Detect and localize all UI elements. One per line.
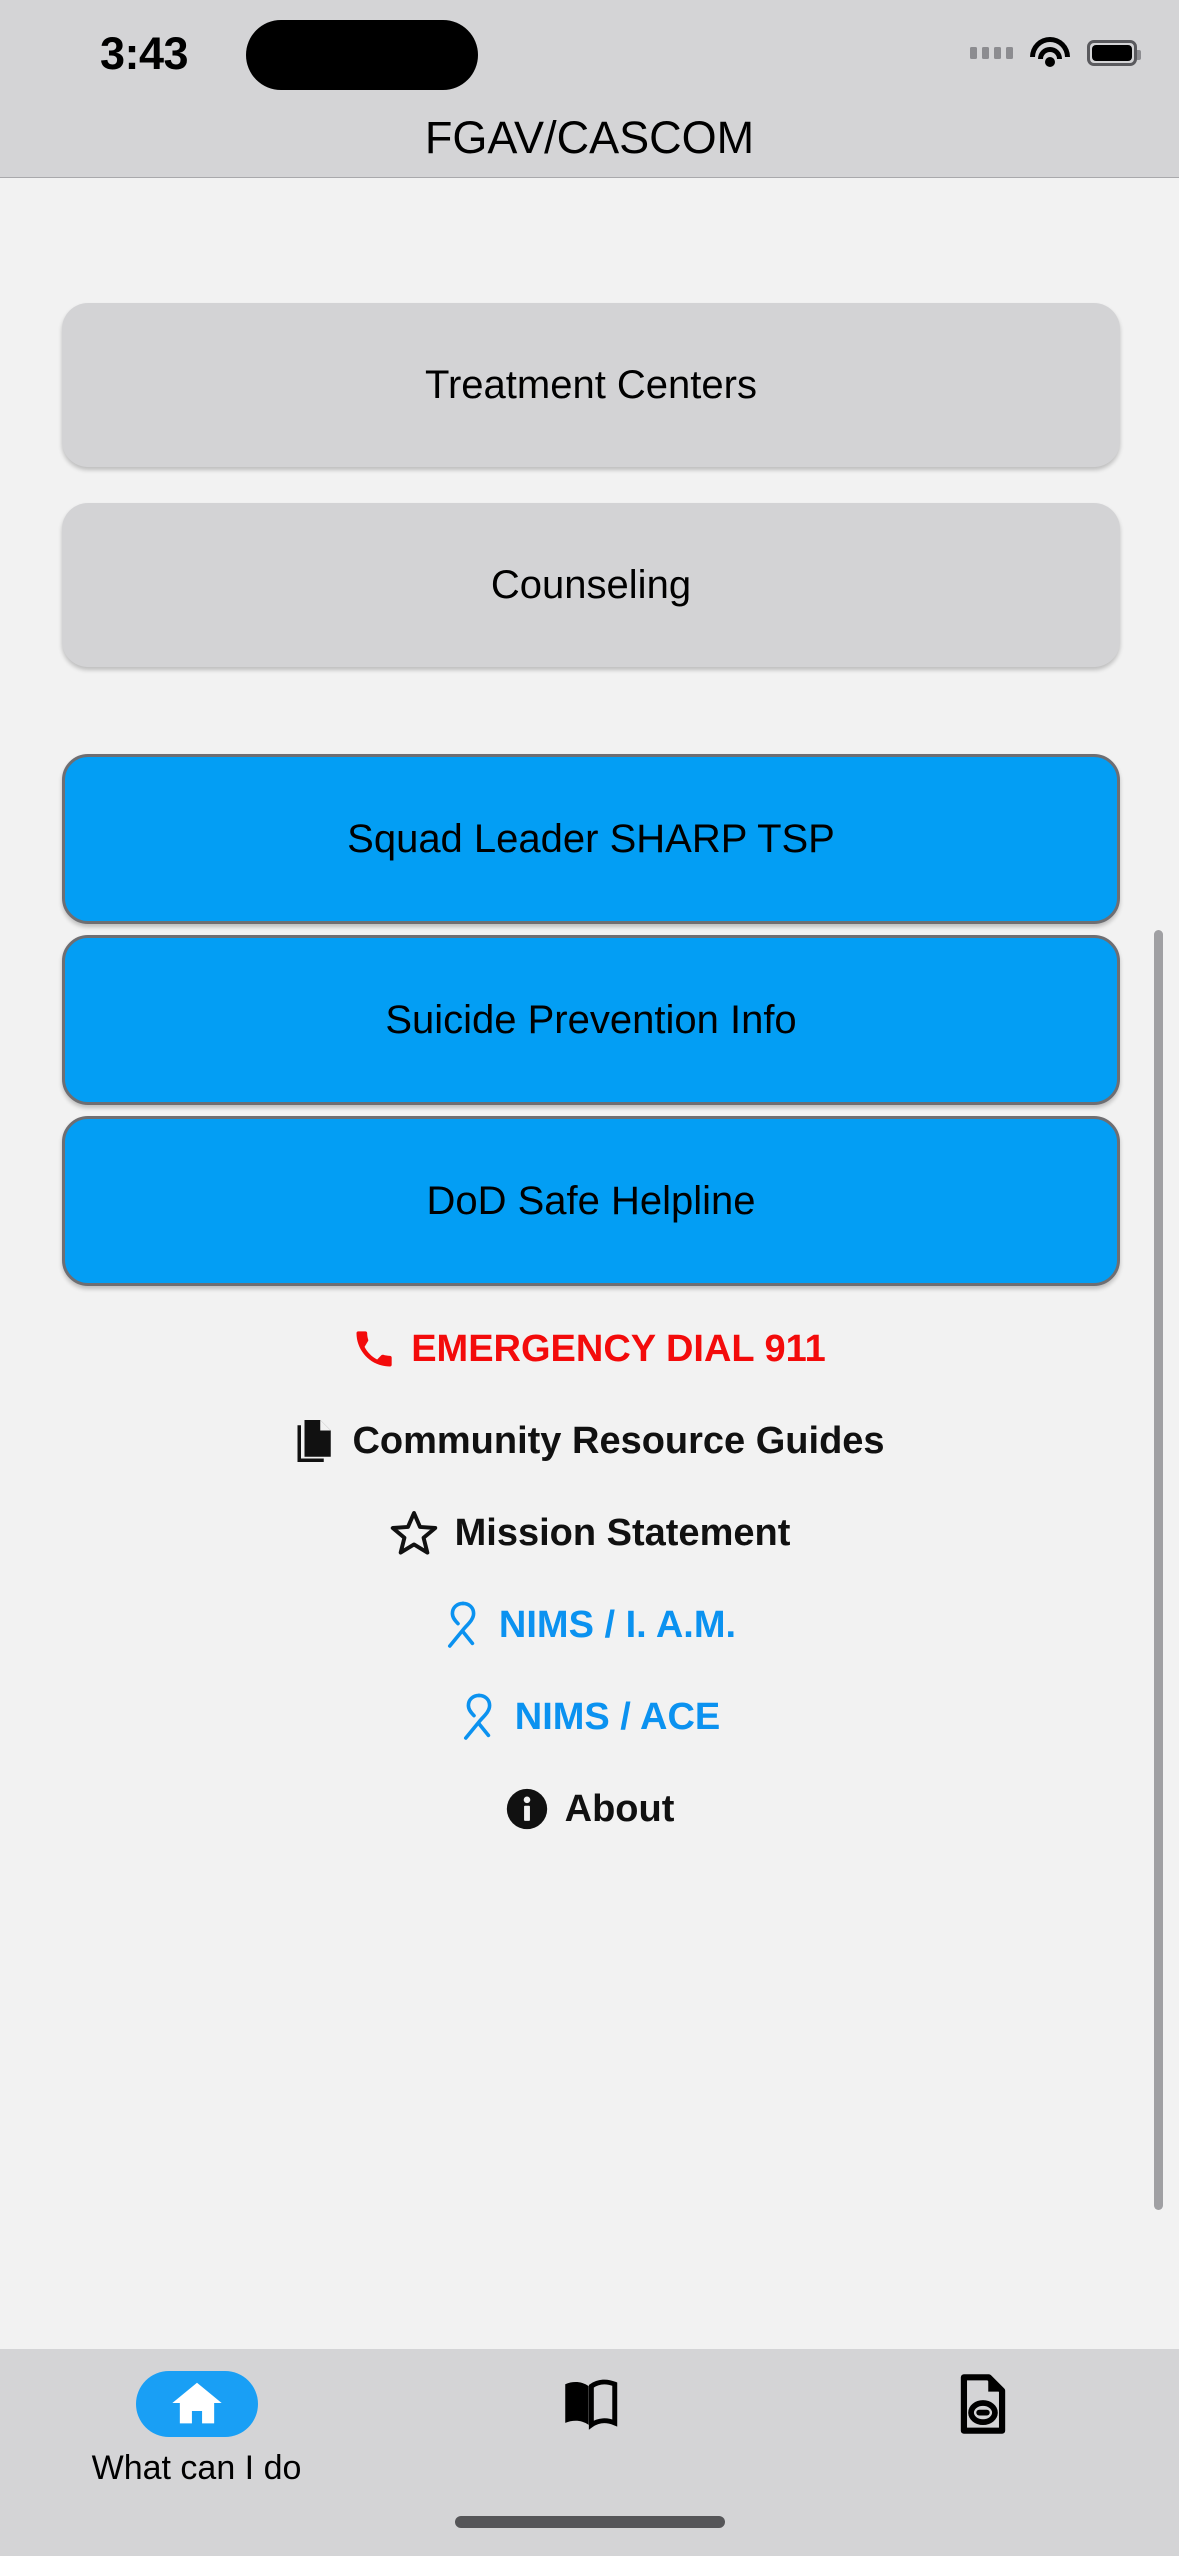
open-book-icon — [564, 2379, 617, 2430]
status-bar-indicators — [970, 30, 1141, 76]
wifi-icon — [1029, 37, 1071, 69]
button-label: Counseling — [490, 562, 692, 607]
button-label: Squad Leader SHARP TSP — [347, 816, 835, 861]
tab-what-can-i-do[interactable]: What can I do — [0, 2349, 393, 2549]
home-icon — [171, 2382, 222, 2424]
main-content: Treatment Centers Counseling Squad Leade… — [0, 179, 1179, 1349]
info-icon — [505, 1787, 549, 1831]
link-label: Community Resource Guides — [352, 1419, 885, 1462]
document-link-icon — [960, 2374, 1005, 2434]
status-bar: 3:43 — [0, 0, 1179, 104]
link-label: EMERGENCY DIAL 911 — [411, 1327, 826, 1370]
documents-icon — [294, 1418, 336, 1464]
link-label: Mission Statement — [454, 1511, 791, 1554]
link-list: EMERGENCY DIAL 911 Community Resource Gu… — [0, 1280, 1179, 2350]
button-label: Treatment Centers — [425, 362, 757, 407]
cellular-dots-icon — [970, 47, 1013, 59]
dod-safe-helpline-button[interactable]: DoD Safe Helpline — [62, 1116, 1120, 1286]
button-label: Suicide Prevention Info — [385, 997, 797, 1042]
ribbon-icon — [459, 1691, 499, 1743]
page-title: FGAV/CASCOM — [424, 112, 755, 163]
suicide-prevention-info-button[interactable]: Suicide Prevention Info — [62, 935, 1120, 1105]
link-label: NIMS / ACE — [514, 1695, 721, 1738]
nims-iam-link[interactable]: NIMS / I. A.M. — [0, 1594, 1179, 1656]
tab-home-pill — [135, 2371, 258, 2437]
emergency-dial-911-link[interactable]: EMERGENCY DIAL 911 — [0, 1318, 1179, 1380]
bottom-tab-bar: What can I do — [0, 2349, 1179, 2556]
link-label: About — [564, 1787, 675, 1830]
tab-document-link[interactable] — [786, 2349, 1179, 2549]
star-icon — [389, 1508, 439, 1558]
phone-screen: 3:43 FGAV/CASCOM Treatment Centers Couns… — [0, 0, 1179, 2556]
about-link[interactable]: About — [0, 1778, 1179, 1840]
tab-doc-pill — [922, 2371, 1044, 2437]
tab-label: What can I do — [91, 2449, 302, 2487]
phone-icon — [353, 1328, 395, 1370]
home-indicator — [454, 2516, 725, 2528]
tab-book-pill — [529, 2371, 651, 2437]
treatment-centers-button[interactable]: Treatment Centers — [62, 303, 1120, 467]
link-label: NIMS / I. A.M. — [498, 1603, 737, 1646]
battery-icon — [1087, 40, 1141, 66]
ribbon-icon — [443, 1599, 483, 1651]
squad-leader-sharp-tsp-button[interactable]: Squad Leader SHARP TSP — [62, 754, 1120, 924]
button-label: DoD Safe Helpline — [426, 1178, 756, 1223]
dynamic-island — [246, 20, 478, 90]
mission-statement-link[interactable]: Mission Statement — [0, 1502, 1179, 1564]
counseling-button[interactable]: Counseling — [62, 503, 1120, 667]
app-header: 3:43 FGAV/CASCOM — [0, 0, 1179, 178]
nims-ace-link[interactable]: NIMS / ACE — [0, 1686, 1179, 1748]
vertical-scrollbar[interactable] — [1154, 930, 1163, 2210]
community-resource-guides-link[interactable]: Community Resource Guides — [0, 1410, 1179, 1472]
